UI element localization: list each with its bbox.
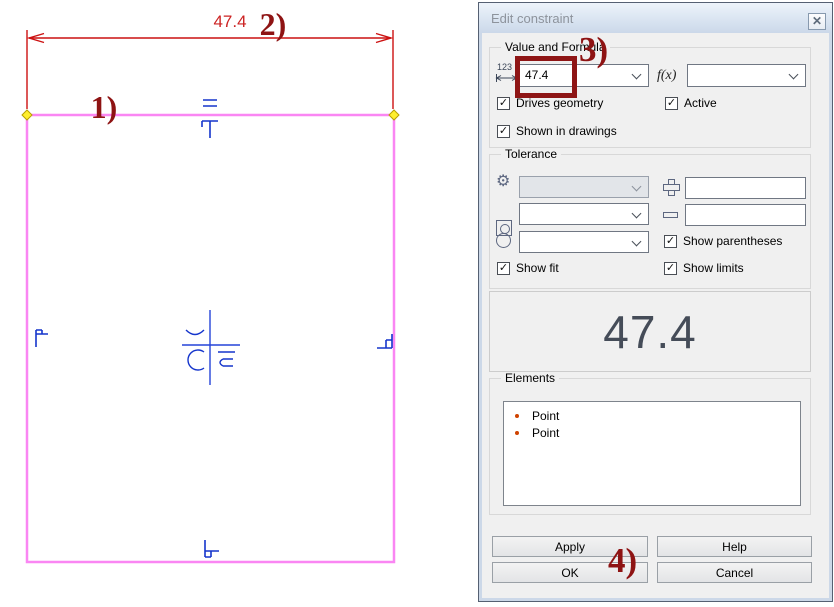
dimension-preview-box: 47.4 [489,291,811,372]
svg-text:123: 123 [497,62,512,72]
sketch-origin-axes[interactable] [182,310,240,385]
arc-symbol-top-icon [186,330,204,335]
tolerance-plus-input[interactable] [685,177,806,199]
dimension-preview-value: 47.4 [603,305,697,359]
checkbox-drives-geometry[interactable]: ✓ Drives geometry [497,96,603,110]
shaft-fit-icon [496,233,511,248]
tolerance-hole-combo[interactable] [519,203,649,225]
list-item[interactable]: Point [504,424,800,441]
checkbox-shown-in-drawings[interactable]: ✓ Shown in drawings [497,124,617,138]
minus-icon [663,212,678,218]
ok-button[interactable]: OK [492,562,648,583]
sketch-point-top-left[interactable] [22,110,32,120]
dimension-47-4[interactable] [27,30,393,109]
sketch-canvas: 47.4 1) 2) [0,0,478,607]
dimension-123-icon: 123 [495,61,518,85]
arc-symbol-left-icon [188,350,204,370]
horizontal-constraint-icon-top[interactable] [202,121,218,138]
dialog-title: Edit constraint [491,11,573,26]
list-item-label: Point [532,426,559,440]
check-icon: ✓ [664,235,677,248]
checkbox-label: Show parentheses [683,234,782,248]
point-icon [515,431,519,435]
checkbox-label: Drives geometry [516,96,603,110]
cancel-button[interactable]: Cancel [657,562,812,583]
annotation-2: 2) [260,6,287,42]
chevron-down-icon [632,70,642,80]
horizontal-constraint-icon-bottom[interactable] [205,540,219,557]
chevron-down-icon [632,237,642,247]
value-combo-value: 47.4 [525,68,548,82]
close-icon[interactable]: ✕ [808,13,826,30]
checkbox-show-fit[interactable]: ✓ Show fit [497,261,559,275]
value-formula-group: Value and Formula 123 47.4 f(x) ✓ Drives [489,47,811,148]
apply-button[interactable]: Apply [492,536,648,557]
check-icon: ✓ [497,97,510,110]
help-button[interactable]: Help [657,536,812,557]
tolerance-minus-input[interactable] [685,204,806,226]
sketch-point-top-right[interactable] [389,110,399,120]
edit-constraint-dialog: Edit constraint ✕ Value and Formula 123 … [478,2,833,602]
formula-combo[interactable] [687,64,806,87]
checkbox-label: Show fit [516,261,559,275]
symbol-right-icon [218,352,235,366]
check-icon: ✓ [497,262,510,275]
dialog-titlebar[interactable]: Edit constraint ✕ [479,3,832,33]
checkbox-label: Show limits [683,261,744,275]
dialog-content: Value and Formula 123 47.4 f(x) ✓ Drives [482,33,829,598]
check-icon: ✓ [664,262,677,275]
elements-group-label: Elements [501,372,559,385]
point-icon [515,414,519,418]
checkbox-show-parentheses[interactable]: ✓ Show parentheses [664,234,782,248]
checkbox-label: Active [684,96,717,110]
fx-label: f(x) [657,68,676,84]
checkbox-show-limits[interactable]: ✓ Show limits [664,261,744,275]
perpendicular-constraint-icon-right[interactable] [377,334,392,348]
chevron-down-icon [789,70,799,80]
perpendicular-constraint-icon-left[interactable] [36,330,48,347]
annotation-1: 1) [91,89,118,125]
elements-listbox[interactable]: Point Point [503,401,801,506]
tolerance-shaft-combo[interactable] [519,231,649,253]
check-icon: ✓ [665,97,678,110]
dimension-value-label[interactable]: 47.4 [213,12,246,31]
chevron-down-icon [632,182,642,192]
parallel-constraint-icon[interactable] [203,100,217,106]
tolerance-group-label: Tolerance [501,148,561,161]
list-item[interactable]: Point [504,407,800,424]
check-icon: ✓ [497,125,510,138]
plus-icon [663,179,678,194]
checkbox-label: Shown in drawings [516,124,617,138]
value-combo[interactable]: 47.4 [519,64,649,87]
list-item-label: Point [532,409,559,423]
value-formula-group-label: Value and Formula [501,41,610,54]
tolerance-group: Tolerance ⚙ ✓ Show parentheses [489,154,811,289]
gear-icon: ⚙ [496,173,510,191]
checkbox-active[interactable]: ✓ Active [665,96,717,110]
elements-group: Elements Point Point [489,378,811,515]
chevron-down-icon [632,209,642,219]
tolerance-general-combo[interactable] [519,176,649,198]
